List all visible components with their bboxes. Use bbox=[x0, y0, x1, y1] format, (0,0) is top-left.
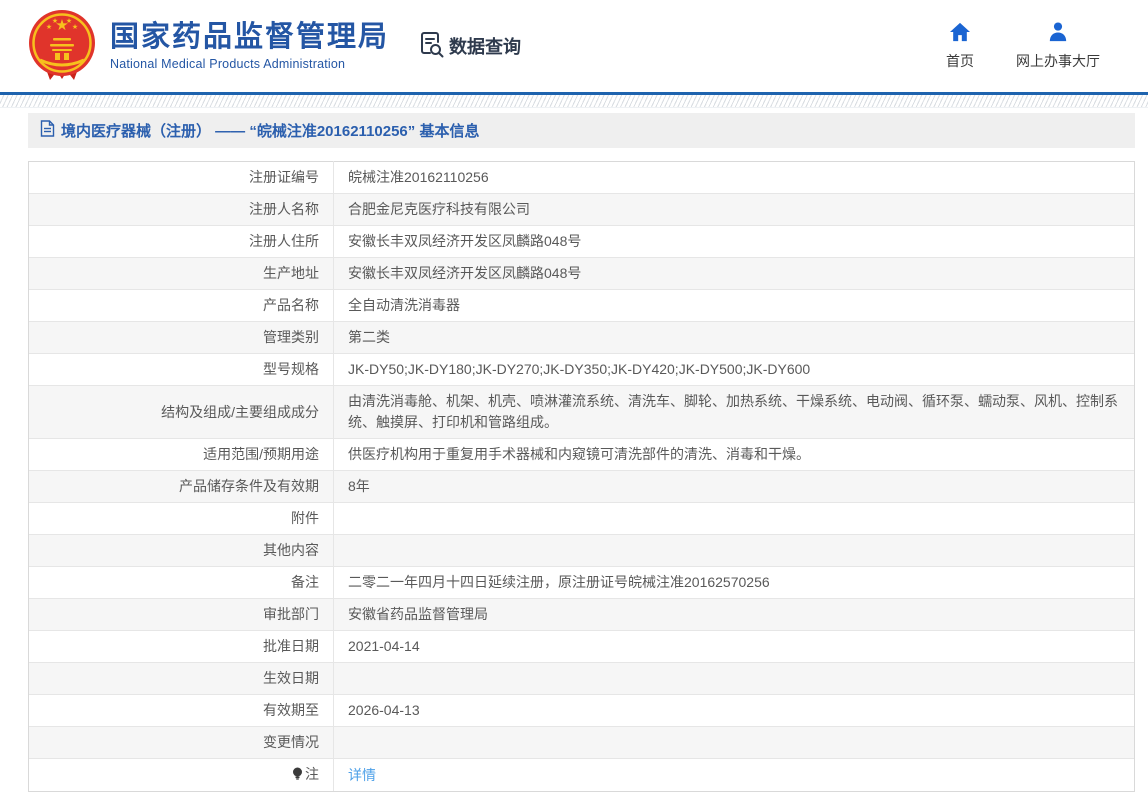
row-value: 皖械注准20162110256 bbox=[334, 162, 1135, 194]
row-label: 备注 bbox=[29, 567, 334, 599]
row-value: 安徽省药品监督管理局 bbox=[334, 599, 1135, 631]
row-value: 第二类 bbox=[334, 322, 1135, 354]
content-area: 境内医疗器械（注册） —— “皖械注准20162110256” 基本信息 注册证… bbox=[0, 108, 1148, 792]
row-value: 安徽长丰双凤经济开发区凤麟路048号 bbox=[334, 258, 1135, 290]
nav-home-label: 首页 bbox=[946, 51, 974, 71]
table-row: 注详情 bbox=[29, 759, 1135, 792]
table-row: 产品储存条件及有效期8年 bbox=[29, 471, 1135, 503]
svg-text:★: ★ bbox=[52, 17, 58, 25]
row-label: 生产地址 bbox=[29, 258, 334, 290]
nav-home[interactable]: 首页 bbox=[946, 22, 974, 71]
row-value: 2021-04-14 bbox=[334, 631, 1135, 663]
table-row: 变更情况 bbox=[29, 727, 1135, 759]
row-value bbox=[334, 503, 1135, 535]
table-row: 管理类别第二类 bbox=[29, 322, 1135, 354]
row-value: 合肥金尼克医疗科技有限公司 bbox=[334, 194, 1135, 226]
row-label: 变更情况 bbox=[29, 727, 334, 759]
table-row: 备注二零二一年四月十四日延续注册，原注册证号皖械注准20162570256 bbox=[29, 567, 1135, 599]
table-row: 附件 bbox=[29, 503, 1135, 535]
row-label: 注册人名称 bbox=[29, 194, 334, 226]
table-row: 其他内容 bbox=[29, 535, 1135, 567]
row-value: 安徽长丰双凤经济开发区凤麟路048号 bbox=[334, 226, 1135, 258]
table-row: 型号规格JK-DY50;JK-DY180;JK-DY270;JK-DY350;J… bbox=[29, 354, 1135, 386]
table-row: 审批部门安徽省药品监督管理局 bbox=[29, 599, 1135, 631]
table-row: 注册证编号皖械注准20162110256 bbox=[29, 162, 1135, 194]
table-row: 批准日期2021-04-14 bbox=[29, 631, 1135, 663]
row-value: 全自动清洗消毒器 bbox=[334, 290, 1135, 322]
row-value: 详情 bbox=[334, 759, 1135, 792]
site-title: 国家药品监督管理局 bbox=[110, 21, 389, 54]
row-label: 注 bbox=[29, 759, 334, 792]
row-value: 2026-04-13 bbox=[334, 695, 1135, 727]
row-label: 审批部门 bbox=[29, 599, 334, 631]
row-label: 批准日期 bbox=[29, 631, 334, 663]
row-label: 其他内容 bbox=[29, 535, 334, 567]
hatch-divider bbox=[0, 95, 1148, 108]
registration-info-table: 注册证编号皖械注准20162110256注册人名称合肥金尼克医疗科技有限公司注册… bbox=[28, 161, 1135, 792]
table-row: 生产地址安徽长丰双凤经济开发区凤麟路048号 bbox=[29, 258, 1135, 290]
document-icon bbox=[40, 120, 55, 142]
table-row: 有效期至2026-04-13 bbox=[29, 695, 1135, 727]
bulb-icon bbox=[292, 765, 303, 786]
nmpa-logo-block: ★ ★ ★ ★ ★ 国家药品监督管理局 National Medical Pro… bbox=[26, 8, 389, 84]
row-value: 供医疗机构用于重复用手术器械和内窥镜可清洗部件的清洗、消毒和干燥。 bbox=[334, 439, 1135, 471]
table-row: 注册人名称合肥金尼克医疗科技有限公司 bbox=[29, 194, 1135, 226]
row-label: 结构及组成/主要组成成分 bbox=[29, 386, 334, 439]
site-header: ★ ★ ★ ★ ★ 国家药品监督管理局 National Medical Pro… bbox=[0, 0, 1148, 92]
table-row: 生效日期 bbox=[29, 663, 1135, 695]
row-label: 型号规格 bbox=[29, 354, 334, 386]
row-value: 由清洗消毒舱、机架、机壳、喷淋灌流系统、清洗车、脚轮、加热系统、干燥系统、电动阀… bbox=[334, 386, 1135, 439]
row-value bbox=[334, 663, 1135, 695]
home-icon bbox=[949, 22, 971, 47]
svg-text:★: ★ bbox=[72, 23, 78, 31]
table-row: 注册人住所安徽长丰双凤经济开发区凤麟路048号 bbox=[29, 226, 1135, 258]
row-label: 管理类别 bbox=[29, 322, 334, 354]
national-emblem-icon: ★ ★ ★ ★ ★ bbox=[26, 8, 98, 84]
row-label: 注册证编号 bbox=[29, 162, 334, 194]
data-query-tab[interactable]: 数据查询 bbox=[417, 30, 521, 63]
table-row: 结构及组成/主要组成成分由清洗消毒舱、机架、机壳、喷淋灌流系统、清洗车、脚轮、加… bbox=[29, 386, 1135, 439]
table-row: 适用范围/预期用途供医疗机构用于重复用手术器械和内窥镜可清洗部件的清洗、消毒和干… bbox=[29, 439, 1135, 471]
row-label: 产品名称 bbox=[29, 290, 334, 322]
data-query-label: 数据查询 bbox=[449, 33, 521, 59]
document-search-icon bbox=[417, 30, 445, 63]
nav-service-hall[interactable]: 网上办事大厅 bbox=[1016, 22, 1100, 71]
page-title: 境内医疗器械（注册） —— “皖械注准20162110256” 基本信息 bbox=[61, 120, 479, 141]
row-value: 8年 bbox=[334, 471, 1135, 503]
row-value: 二零二一年四月十四日延续注册，原注册证号皖械注准20162570256 bbox=[334, 567, 1135, 599]
row-label: 适用范围/预期用途 bbox=[29, 439, 334, 471]
logo-text: 国家药品监督管理局 National Medical Products Admi… bbox=[110, 21, 389, 71]
row-value bbox=[334, 727, 1135, 759]
row-label: 附件 bbox=[29, 503, 334, 535]
table-row: 产品名称全自动清洗消毒器 bbox=[29, 290, 1135, 322]
row-value: JK-DY50;JK-DY180;JK-DY270;JK-DY350;JK-DY… bbox=[334, 354, 1135, 386]
row-label: 注册人住所 bbox=[29, 226, 334, 258]
row-value bbox=[334, 535, 1135, 567]
user-icon bbox=[1047, 22, 1069, 47]
row-label: 有效期至 bbox=[29, 695, 334, 727]
site-subtitle: National Medical Products Administration bbox=[110, 57, 389, 71]
nav-service-hall-label: 网上办事大厅 bbox=[1016, 51, 1100, 71]
page-title-bar: 境内医疗器械（注册） —— “皖械注准20162110256” 基本信息 bbox=[28, 113, 1135, 148]
row-label: 产品储存条件及有效期 bbox=[29, 471, 334, 503]
header-nav: 首页 网上办事大厅 bbox=[946, 22, 1122, 71]
row-label: 生效日期 bbox=[29, 663, 334, 695]
detail-link[interactable]: 详情 bbox=[348, 767, 376, 783]
